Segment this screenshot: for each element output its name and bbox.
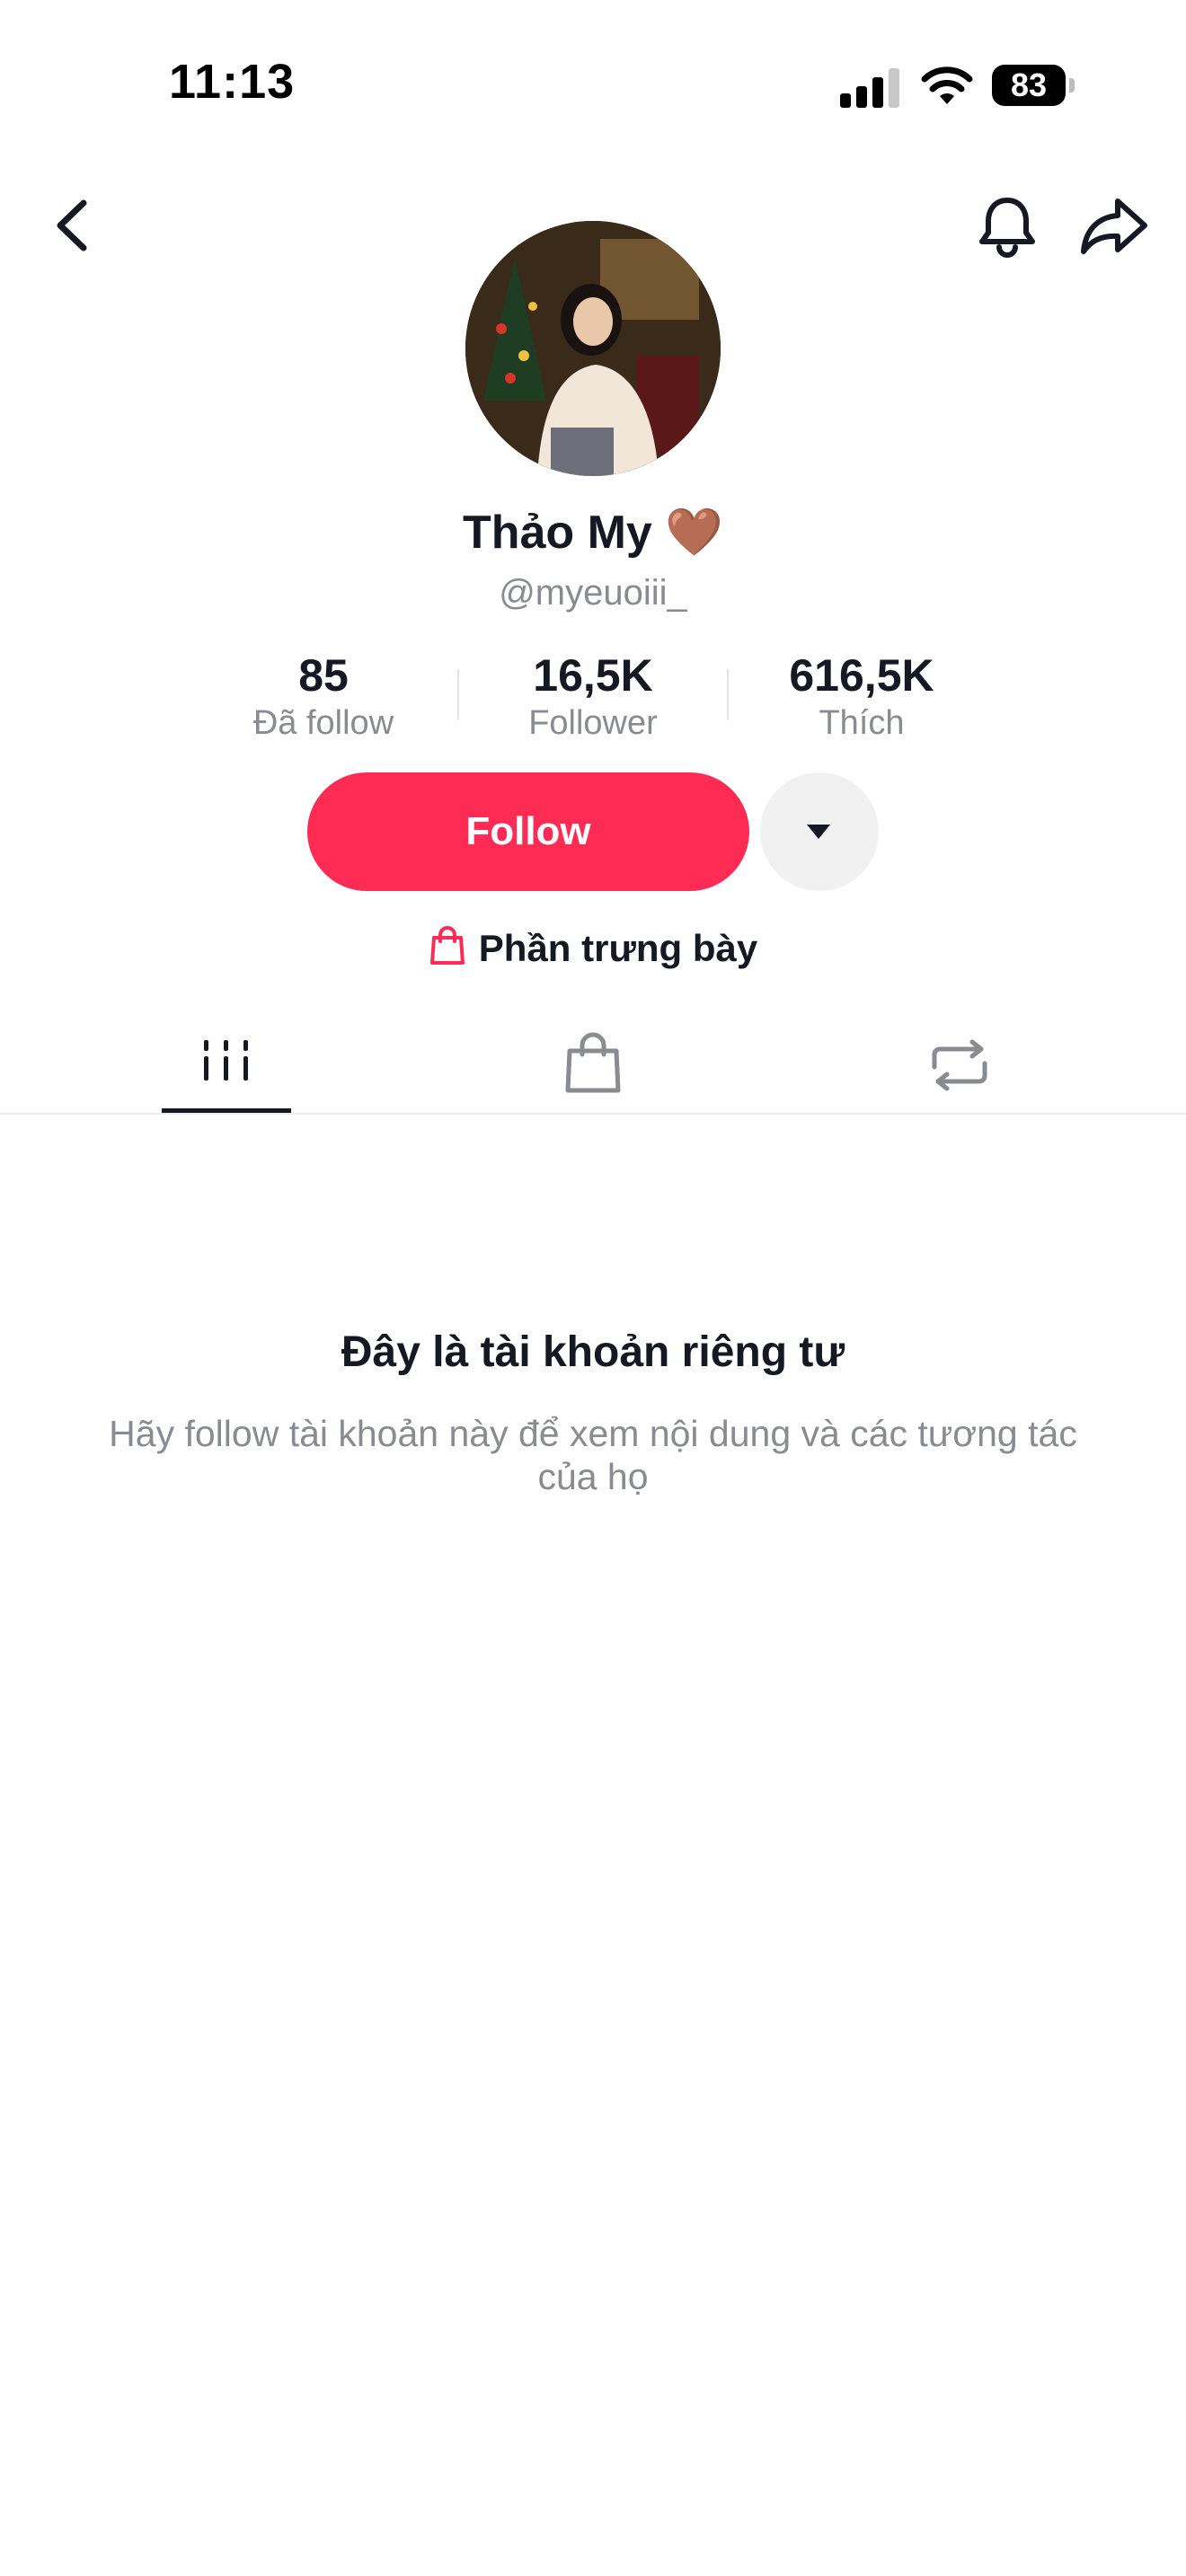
stat-likes-value: 616,5K xyxy=(789,650,934,701)
battery-icon: 83 xyxy=(992,65,1075,106)
repost-icon xyxy=(932,1039,987,1091)
profile-name: Thảo My 🤎 xyxy=(462,507,724,559)
showcase-link[interactable]: Phần trưng bày xyxy=(0,925,1186,970)
stat-following-label: Đã follow xyxy=(252,704,394,742)
stat-likes: 616,5K Thích xyxy=(727,648,996,744)
wifi-icon xyxy=(921,66,973,104)
avatar[interactable] xyxy=(465,221,721,476)
follow-button[interactable]: Follow xyxy=(307,772,749,891)
stat-followers[interactable]: 16,5K Follower xyxy=(458,648,728,744)
avatar-photo xyxy=(465,221,721,476)
battery-level: 83 xyxy=(1010,66,1048,103)
shopping-bag-icon xyxy=(429,926,465,965)
cellular-signal-icon xyxy=(840,66,901,108)
tab-reposts[interactable] xyxy=(895,1024,1024,1110)
share-icon[interactable] xyxy=(1078,196,1150,255)
suggested-accounts-button[interactable] xyxy=(760,772,879,891)
status-time: 11:13 xyxy=(169,55,296,109)
private-account-subtitle: Hãy follow tài khoản này để xem nội dung… xyxy=(109,1413,1077,1497)
shopping-bag-icon xyxy=(565,1032,621,1093)
back-arrow-icon[interactable] xyxy=(49,198,94,253)
showcase-label: Phần trưng bày xyxy=(478,927,758,969)
notification-bell-icon[interactable] xyxy=(976,193,1039,258)
stat-followers-value: 16,5K xyxy=(533,650,653,701)
tab-shop[interactable] xyxy=(528,1024,658,1110)
stat-followers-label: Follower xyxy=(528,704,658,742)
caret-down-icon xyxy=(807,825,830,839)
stat-following-value: 85 xyxy=(298,650,349,701)
tab-videos[interactable] xyxy=(162,1024,291,1110)
grid-icon xyxy=(204,1040,248,1081)
stat-likes-label: Thích xyxy=(819,704,905,742)
stat-following[interactable]: 85 Đã follow xyxy=(189,648,458,744)
private-account-title: Đây là tài khoản riêng tư xyxy=(341,1328,845,1376)
tabs-divider xyxy=(0,1113,1186,1115)
profile-handle: @myeuoiii_ xyxy=(499,573,687,613)
